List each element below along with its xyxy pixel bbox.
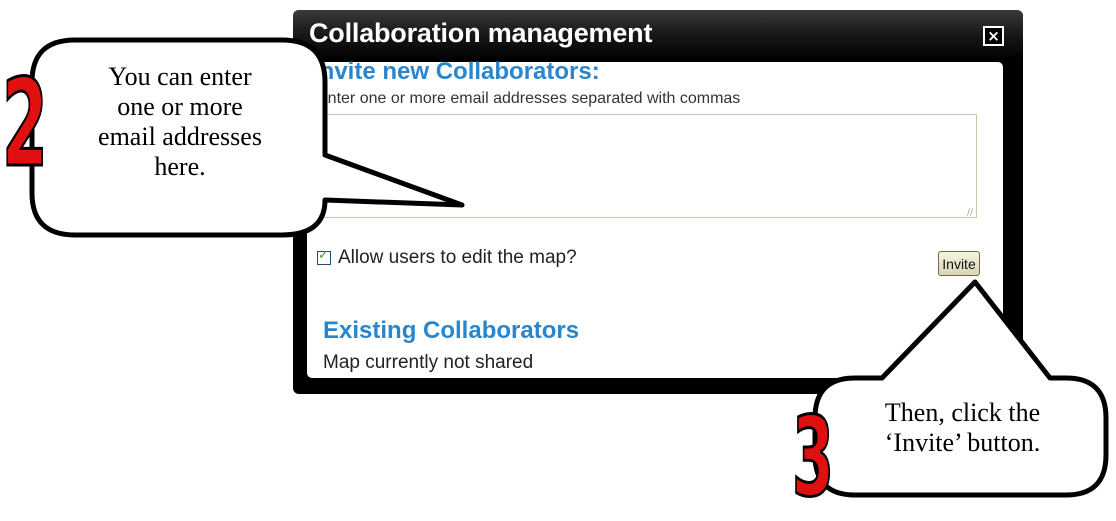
callout-text-1: You can enter one or more email addresse… — [98, 62, 262, 181]
step-number-3: 3 — [791, 393, 835, 521]
callout-bubble-2 — [812, 279, 1109, 498]
step-number-2: 2 — [1, 55, 49, 194]
callout-text-2: Then, click the ‘Invite’ button. — [884, 398, 1041, 457]
